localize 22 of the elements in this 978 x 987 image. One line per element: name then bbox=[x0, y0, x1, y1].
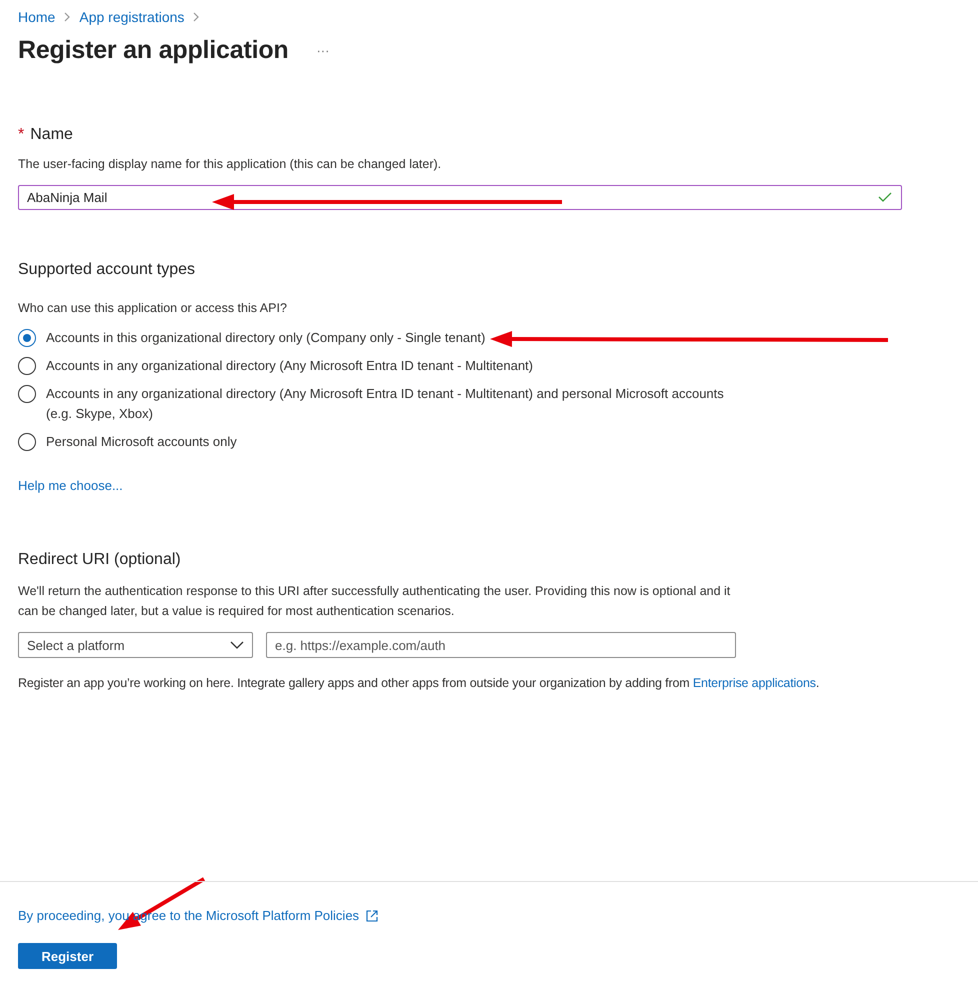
section-heading: Supported account types bbox=[18, 261, 196, 279]
field-description: The user-facing display name for this application (this can be changed later). bbox=[18, 157, 442, 171]
register-button[interactable]: Register bbox=[18, 943, 117, 969]
help-link[interactable]: Help me choose... bbox=[18, 478, 123, 493]
radio-label: Accounts in this organizational directory only (Company only - Single tenant) bbox=[46, 329, 486, 347]
redirect-uri-field[interactable]: e.g. https://example.com/auth bbox=[266, 632, 736, 658]
register-note: Register an app you’re working on here. Integrate gallery apps and other apps from outside your organization by adding from Enterprise applications. bbox=[18, 676, 820, 690]
enterprise-applications-link[interactable]: Enterprise applications bbox=[692, 676, 816, 690]
page-title: Register an application bbox=[18, 36, 288, 65]
field-label: Name bbox=[30, 126, 73, 144]
more-button[interactable]: ··· bbox=[316, 43, 330, 58]
platform-dropdown[interactable]: Select a platform bbox=[18, 632, 253, 658]
radio-label: Accounts in any organizational directory (Any Microsoft Entra ID tenant - Multitenant) and personal Microsoft accounts (e.g. Skype, Xbox) bbox=[46, 385, 725, 423]
radio-label: Accounts in any organizational directory (Any Microsoft Entra ID tenant - Multitenant) bbox=[46, 357, 533, 375]
required-asterisk: * bbox=[18, 126, 24, 144]
section-heading: Redirect URI (optional) bbox=[18, 551, 182, 569]
name-input-field[interactable]: AbaNinja Mail bbox=[18, 185, 902, 210]
section-description: We'll return the authentication response to this URI after successfully authenticating the user. Providing this now is optional and it can be changed later, but a value is required for most authentication scenarios. bbox=[18, 583, 732, 620]
breadcrumb-link[interactable]: App registrations bbox=[79, 9, 184, 25]
section-question: Who can use this application or access this API? bbox=[18, 301, 288, 315]
radio-label: Personal Microsoft accounts only bbox=[46, 433, 237, 451]
breadcrumb-link[interactable]: Home bbox=[18, 9, 56, 25]
